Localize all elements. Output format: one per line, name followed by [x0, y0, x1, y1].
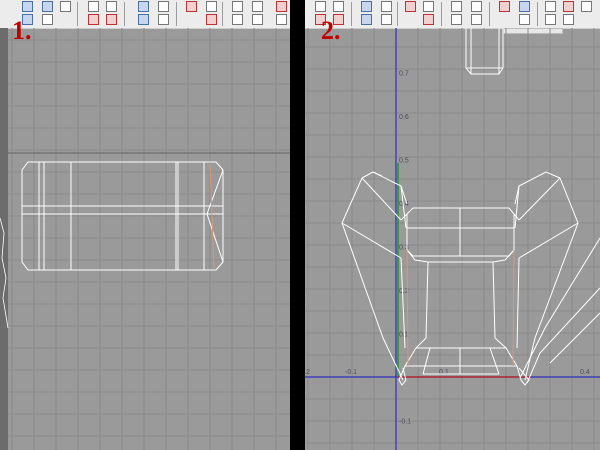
pin-icon[interactable]	[42, 14, 53, 25]
axis-tick-labels: 0.70.60.50.40.30.20.1-0.1-0.2-0.10.10.4	[305, 71, 590, 426]
y-tick-label: -0.1	[399, 419, 411, 426]
viewport-panel-1: 1.	[0, 0, 290, 450]
viewport-1-canvas	[0, 28, 290, 450]
view-icon[interactable]	[315, 1, 326, 12]
grid-icon[interactable]	[545, 1, 556, 12]
view2-icon[interactable]	[106, 1, 117, 12]
grid-icon[interactable]	[22, 1, 33, 12]
split-view-icon[interactable]	[471, 14, 482, 25]
view-icon[interactable]	[88, 1, 99, 12]
quad-view2-icon[interactable]	[252, 1, 263, 12]
wireframe-model	[341, 171, 600, 386]
select-icon[interactable]	[42, 1, 53, 12]
viewport-2[interactable]: 0.70.60.50.40.30.20.1-0.1-0.2-0.10.10.4	[305, 28, 600, 450]
x-tick-label: 0.1	[439, 369, 449, 376]
step-label-1: 1.	[12, 16, 32, 45]
quad-view-icon[interactable]	[232, 1, 243, 12]
percent-icon[interactable]	[381, 14, 392, 25]
render2-icon[interactable]	[563, 14, 574, 25]
window-icon[interactable]	[519, 14, 530, 25]
move-icon[interactable]	[361, 1, 372, 12]
snap-icon[interactable]	[186, 1, 197, 12]
render2-icon[interactable]	[276, 14, 287, 25]
quad-view-icon[interactable]	[451, 1, 462, 12]
y-tick-label: 0.5	[399, 158, 409, 165]
grid-lines	[305, 28, 600, 450]
viewport-1[interactable]	[0, 28, 290, 450]
undo-icon[interactable]	[88, 14, 99, 25]
y-tick-label: 0.7	[399, 71, 409, 78]
single-view-icon[interactable]	[451, 14, 462, 25]
sphere-icon[interactable]	[581, 1, 592, 12]
center-icon[interactable]	[381, 1, 392, 12]
x-tick-label: -0.2	[305, 369, 310, 376]
scale-icon[interactable]	[361, 14, 372, 25]
pivot-icon[interactable]	[423, 14, 434, 25]
x-tick-label: -0.1	[345, 369, 357, 376]
x-tick-label: 0.4	[580, 369, 590, 376]
side-strip	[0, 28, 8, 450]
move-icon[interactable]	[138, 1, 149, 12]
snap2-icon[interactable]	[423, 1, 434, 12]
toolbar-1	[0, 0, 290, 29]
viewport-2-canvas: 0.70.60.50.40.30.20.1-0.1-0.2-0.10.10.4	[305, 28, 600, 450]
render-icon[interactable]	[499, 1, 510, 12]
render-icon[interactable]	[276, 1, 287, 12]
camera-icon[interactable]	[60, 1, 71, 12]
viewport-panel-2: 0.70.60.50.40.30.20.1-0.1-0.2-0.10.10.4	[305, 0, 600, 450]
snap2-icon[interactable]	[206, 1, 217, 12]
quad-view2-icon[interactable]	[471, 1, 482, 12]
split-view-icon[interactable]	[252, 14, 263, 25]
y-tick-label: 0.6	[399, 114, 409, 121]
view2-icon[interactable]	[333, 1, 344, 12]
toolbar-2	[305, 0, 600, 29]
snap-icon[interactable]	[405, 1, 416, 12]
center-icon[interactable]	[158, 1, 169, 12]
pivot-icon[interactable]	[206, 14, 217, 25]
scale-icon[interactable]	[138, 14, 149, 25]
single-view-icon[interactable]	[232, 14, 243, 25]
wand-icon[interactable]	[519, 1, 530, 12]
copy-icon[interactable]	[545, 14, 556, 25]
color-icon[interactable]	[563, 1, 574, 12]
percent-icon[interactable]	[158, 14, 169, 25]
redo-icon[interactable]	[106, 14, 117, 25]
step-label-2: 2.	[321, 16, 341, 45]
